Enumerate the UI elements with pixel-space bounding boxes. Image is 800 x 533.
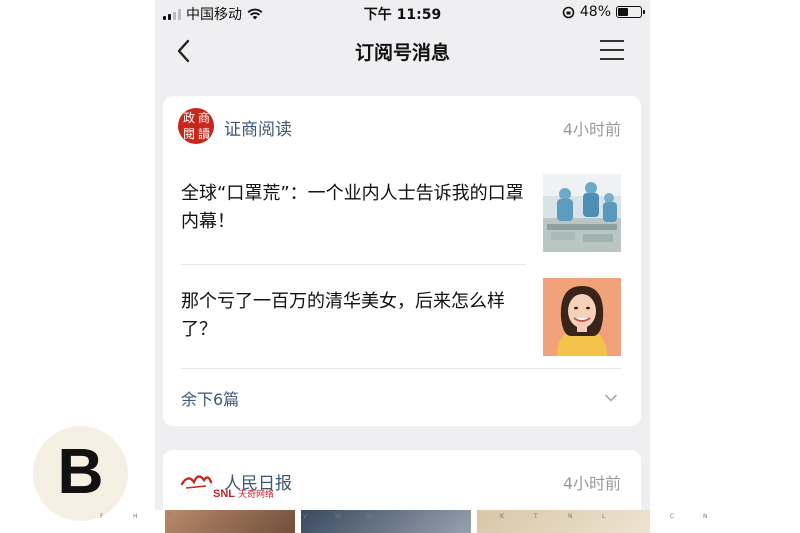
watermark-tiny-letter: K [500,513,504,520]
subscription-card-zhengshang: 政 商 閱 讀 证商阅读 4小时前 全球“口罩荒”：一个业内人士告诉我的口罩内幕… [163,96,641,426]
banner-brand-cn: 天奇网络 [238,489,275,499]
account-avatar[interactable] [178,462,214,498]
watermark-tiny-letter: C [670,513,675,520]
article-thumbnail-factory [543,174,621,252]
battery-percent: 48% [579,4,611,20]
watermark-tiny-letter: F [100,513,104,520]
page-title: 订阅号消息 [354,42,450,64]
woman-portrait-image [543,278,621,356]
menu-icon[interactable] [600,40,624,62]
image-strip [155,510,650,533]
watermark-tiny-letter: N [568,513,573,520]
banner-brand-en: SNL [213,488,235,500]
status-right: 48% [562,4,645,20]
watermark-tiny-letter: N [703,513,708,520]
post-time: 4小时前 [562,474,621,493]
nav-bar: 订阅号消息 [155,26,650,76]
factory-workers-image [543,174,621,252]
watermark-tiny-letter: W [335,513,341,520]
card-header[interactable]: 政 商 閱 讀 证商阅读 4小时前 [178,108,621,144]
thumbnail-strip-item [165,510,295,533]
chevron-down-icon[interactable] [605,392,617,404]
account-avatar[interactable]: 政 商 閱 讀 [178,108,214,144]
article-thumbnail-woman [543,278,621,356]
article-item[interactable]: 那个亏了一百万的清华美女，后来怎么样了？ [181,278,621,378]
banner-brand: SNL 天奇网络 [213,487,274,500]
watermark-tiny-letter: W [366,513,372,520]
watermark-tiny-letter: L [602,513,606,520]
renmin-logo-icon [180,475,213,489]
post-time: 4小时前 [562,120,621,139]
more-articles-link[interactable]: 余下6篇 [181,386,239,410]
account-name[interactable]: 证商阅读 [224,115,292,140]
thumbnail-strip-item [301,510,471,533]
watermark-letter: B [57,435,104,507]
watermark-tiny-letter: V [303,513,308,520]
watermark-tiny-letter: T [168,513,172,520]
watermark-logo: B [33,426,128,521]
article-title: 那个亏了一百万的清华美女，后来怎么样了？ [181,291,505,340]
phone-screen: 中国移动 下午 11:59 48% 订阅号消息 政 商 閱 讀 证商阅读 4小时… [155,0,650,533]
watermark-tiny-letter: H [133,513,138,520]
rotation-lock-icon [562,6,575,18]
avatar-glyph: 讀 [197,127,210,141]
battery-icon [616,6,645,18]
list-divider [181,368,621,369]
article-divider [181,264,526,265]
article-item[interactable]: 全球“口罩荒”：一个业内人士告诉我的口罩内幕！ [181,174,621,270]
watermark-tiny-letter: T [534,513,538,520]
status-bar: 中国移动 下午 11:59 48% [155,0,650,26]
article-title: 全球“口罩荒”：一个业内人士告诉我的口罩内幕！ [181,183,524,232]
